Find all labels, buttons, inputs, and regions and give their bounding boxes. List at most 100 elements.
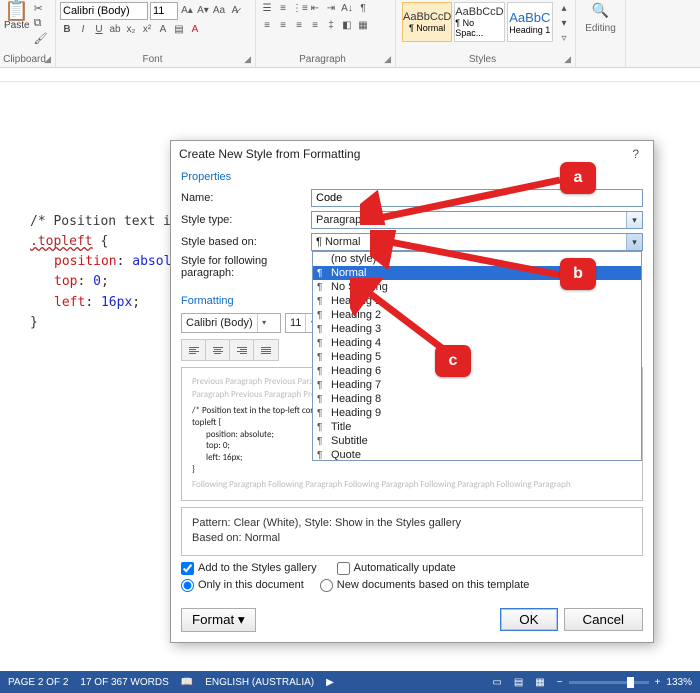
web-layout-icon[interactable]: ▦ bbox=[535, 677, 544, 688]
bullets-icon[interactable]: ☰ bbox=[260, 2, 274, 16]
styles-scroll-up-icon[interactable]: ▴ bbox=[557, 2, 571, 16]
style-option[interactable]: ¶Quote bbox=[313, 448, 641, 461]
underline-button[interactable]: U bbox=[92, 23, 106, 37]
align-right-icon[interactable]: ≡ bbox=[292, 19, 306, 33]
shrink-font-icon[interactable]: A▾ bbox=[196, 4, 210, 18]
add-to-gallery-checkbox[interactable] bbox=[181, 562, 194, 575]
styles-scroll-down-icon[interactable]: ▾ bbox=[557, 17, 571, 31]
sort-icon[interactable]: A↓ bbox=[340, 2, 354, 16]
doc-selector: .topleft bbox=[30, 234, 93, 249]
formatting-font-combo[interactable]: Calibri (Body)▾ bbox=[181, 313, 281, 333]
read-mode-icon[interactable]: ▭ bbox=[492, 677, 501, 688]
style-option[interactable]: ¶Title bbox=[313, 420, 641, 434]
highlight-icon[interactable]: ▤ bbox=[172, 23, 186, 37]
chevron-down-icon[interactable]: ▾ bbox=[626, 212, 642, 228]
copy-icon[interactable]: ⧉ bbox=[34, 17, 48, 31]
status-language[interactable]: ENGLISH (AUSTRALIA) bbox=[205, 677, 314, 688]
format-painter-icon[interactable]: 🖌 bbox=[34, 32, 48, 46]
format-menu-button[interactable]: Format ▾ bbox=[181, 608, 256, 632]
justify-icon[interactable]: ≡ bbox=[308, 19, 322, 33]
new-docs-label: New documents based on this template bbox=[337, 579, 530, 591]
style-option[interactable]: ¶Heading 8 bbox=[313, 392, 641, 406]
increase-indent-icon[interactable]: ⇥ bbox=[324, 2, 338, 16]
style-tile-normal[interactable]: AaBbCcD ¶ Normal bbox=[402, 2, 452, 42]
style-tile-no-spacing[interactable]: AaBbCcD ¶ No Spac... bbox=[454, 2, 504, 42]
ok-button[interactable]: OK bbox=[500, 608, 557, 631]
style-option[interactable]: ¶Heading 6 bbox=[313, 364, 641, 378]
superscript-button[interactable]: x² bbox=[140, 23, 154, 37]
callout-a: a bbox=[560, 162, 596, 194]
grow-font-icon[interactable]: A▴ bbox=[180, 4, 194, 18]
print-layout-icon[interactable]: ▤ bbox=[514, 677, 523, 688]
bold-button[interactable]: B bbox=[60, 23, 74, 37]
chevron-down-icon[interactable]: ▾ bbox=[626, 234, 642, 250]
subscript-button[interactable]: x₂ bbox=[124, 23, 138, 37]
paste-button[interactable]: 📋 Paste bbox=[4, 2, 30, 46]
change-case-icon[interactable]: Aa bbox=[212, 4, 226, 18]
multilevel-list-icon[interactable]: ⋮≡ bbox=[292, 2, 306, 16]
dialog-help-button[interactable]: ? bbox=[632, 147, 645, 161]
zoom-slider[interactable] bbox=[569, 681, 649, 684]
auto-update-label: Automatically update bbox=[354, 562, 456, 574]
align-left-button[interactable] bbox=[182, 340, 206, 360]
style-option[interactable]: ¶Heading 7 bbox=[313, 378, 641, 392]
dialog-title: Create New Style from Formatting bbox=[179, 147, 360, 161]
font-size-combo[interactable] bbox=[150, 2, 178, 20]
align-justify-button[interactable] bbox=[254, 340, 278, 360]
style-option[interactable]: ¶Heading 5 bbox=[313, 350, 641, 364]
align-right-button[interactable] bbox=[230, 340, 254, 360]
styles-dialog-launcher-icon[interactable]: ◢ bbox=[564, 54, 571, 65]
create-style-dialog: Create New Style from Formatting ? Prope… bbox=[170, 140, 654, 643]
numbering-icon[interactable]: ≡ bbox=[276, 2, 290, 16]
italic-button[interactable]: I bbox=[76, 23, 90, 37]
style-based-on-combo[interactable]: ¶ Normal ▾ (no style)¶Normal¶No Spacing¶… bbox=[311, 233, 643, 251]
align-left-icon[interactable]: ≡ bbox=[260, 19, 274, 33]
clear-formatting-icon[interactable]: A̷ bbox=[228, 4, 242, 18]
style-option[interactable]: ¶Heading 1 bbox=[313, 294, 641, 308]
cancel-button[interactable]: Cancel bbox=[564, 608, 644, 631]
style-based-on-label: Style based on: bbox=[181, 236, 311, 248]
chevron-down-icon[interactable]: ▾ bbox=[257, 314, 271, 332]
text-effects-icon[interactable]: A bbox=[156, 23, 170, 37]
borders-icon[interactable]: ▦ bbox=[356, 19, 370, 33]
style-option[interactable]: ¶Heading 2 bbox=[313, 308, 641, 322]
clipboard-group-label: Clipboard bbox=[3, 54, 46, 65]
style-tile-heading1[interactable]: AaBbC Heading 1 bbox=[507, 2, 553, 42]
strikethrough-button[interactable]: ab bbox=[108, 23, 122, 37]
align-center-button[interactable] bbox=[206, 340, 230, 360]
show-marks-icon[interactable]: ¶ bbox=[356, 2, 370, 16]
find-icon[interactable]: 🔍 bbox=[580, 2, 621, 19]
font-group-label: Font bbox=[142, 54, 162, 65]
macro-icon[interactable]: ▶ bbox=[326, 677, 334, 688]
zoom-in-button[interactable]: + bbox=[655, 677, 661, 688]
paragraph-dialog-launcher-icon[interactable]: ◢ bbox=[384, 54, 391, 65]
style-option[interactable]: ¶Subtitle bbox=[313, 434, 641, 448]
auto-update-checkbox[interactable] bbox=[337, 562, 350, 575]
status-page[interactable]: PAGE 2 OF 2 bbox=[8, 677, 68, 688]
clipboard-icon: 📋 bbox=[4, 2, 30, 20]
style-type-combo[interactable]: Paragraph ▾ bbox=[311, 211, 643, 229]
style-option[interactable]: ¶Heading 9 bbox=[313, 406, 641, 420]
font-name-combo[interactable] bbox=[60, 2, 148, 20]
cut-icon[interactable]: ✂ bbox=[34, 2, 48, 16]
shading-icon[interactable]: ◧ bbox=[340, 19, 354, 33]
clipboard-dialog-launcher-icon[interactable]: ◢ bbox=[44, 54, 51, 65]
style-option[interactable]: ¶Heading 3 bbox=[313, 322, 641, 336]
styles-more-icon[interactable]: ▿ bbox=[557, 32, 571, 46]
status-words[interactable]: 17 OF 367 WORDS bbox=[80, 677, 168, 688]
line-spacing-icon[interactable]: ‡ bbox=[324, 19, 338, 33]
style-following-label: Style for following paragraph: bbox=[181, 255, 311, 279]
new-docs-radio[interactable] bbox=[320, 579, 333, 592]
font-color-icon[interactable]: A bbox=[188, 23, 202, 37]
style-option[interactable]: ¶Heading 4 bbox=[313, 336, 641, 350]
callout-b: b bbox=[560, 258, 596, 290]
zoom-out-button[interactable]: − bbox=[557, 677, 563, 688]
ribbon-group-styles: AaBbCcD ¶ Normal AaBbCcD ¶ No Spac... Aa… bbox=[396, 0, 576, 67]
style-type-label: Style type: bbox=[181, 214, 311, 226]
font-dialog-launcher-icon[interactable]: ◢ bbox=[244, 54, 251, 65]
align-center-icon[interactable]: ≡ bbox=[276, 19, 290, 33]
decrease-indent-icon[interactable]: ⇤ bbox=[308, 2, 322, 16]
proofing-icon[interactable]: 📖 bbox=[181, 677, 193, 688]
only-this-doc-radio[interactable] bbox=[181, 579, 194, 592]
zoom-percent[interactable]: 133% bbox=[666, 677, 692, 688]
